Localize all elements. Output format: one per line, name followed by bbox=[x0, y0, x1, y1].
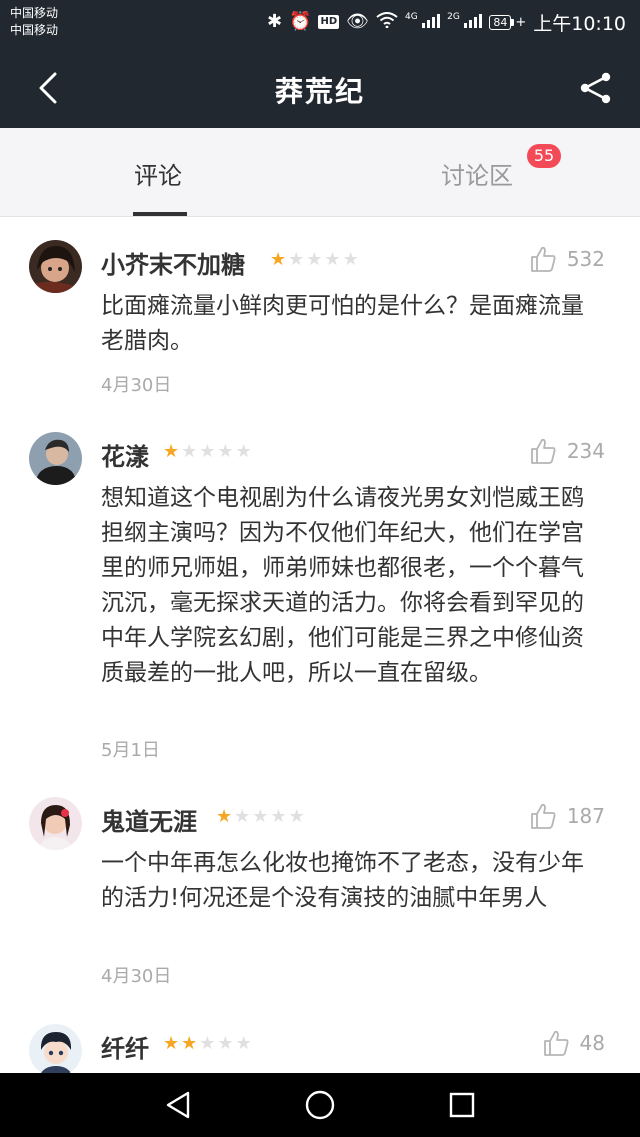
avatar[interactable] bbox=[29, 797, 82, 850]
star-icon: ★ bbox=[163, 1033, 180, 1054]
rating-stars: ★ ★ ★ ★ ★ bbox=[163, 442, 252, 462]
circle-home-icon bbox=[305, 1090, 335, 1120]
star-icon: ★ bbox=[199, 1033, 216, 1054]
share-icon bbox=[580, 72, 611, 104]
rating-stars: ★ ★ ★ ★ ★ bbox=[216, 807, 305, 827]
wifi-icon bbox=[376, 11, 398, 33]
triangle-back-icon bbox=[166, 1091, 190, 1119]
avatar[interactable] bbox=[29, 240, 82, 293]
like-count: 187 bbox=[566, 804, 605, 828]
comment-text: 一个中年再怎么化妆也掩饰不了老态，没有少年的活力!何况还是个没有演技的油腻中年男… bbox=[101, 850, 584, 911]
rating-stars: ★ ★ ★ ★ ★ bbox=[163, 1034, 252, 1054]
avatar[interactable] bbox=[29, 432, 82, 485]
status-icons: ✱ ⏰ HD 👁 4G 2G 84 + 上午10:10 bbox=[267, 8, 626, 36]
star-icon: ★ bbox=[342, 249, 359, 270]
comment-item: 纤纤 ★ ★ ★ ★ ★ 48 bbox=[0, 1001, 640, 1073]
star-icon: ★ bbox=[270, 806, 287, 827]
tab-discussion[interactable]: 讨论区 bbox=[441, 156, 513, 191]
nav-back-button[interactable] bbox=[160, 1087, 196, 1123]
thumbs-up-icon bbox=[543, 1030, 569, 1056]
title-bar: 莽荒纪 bbox=[0, 48, 640, 128]
comment-text: 想知道这个电视剧为什么请夜光男女刘恺威王鸥担纲主演吗？因为不仅他们年纪大，他们在… bbox=[101, 485, 584, 686]
like-button[interactable]: 532 bbox=[529, 245, 605, 273]
net-type-1: 4G bbox=[405, 12, 418, 22]
like-count: 234 bbox=[566, 439, 605, 463]
comment-date: 4月30日 bbox=[101, 966, 172, 987]
comment-item: 小芥末不加糖 ★ ★ ★ ★ ★ 532 比面瘫流量小鲜肉更可怕的是什么？是面瘫… bbox=[0, 217, 640, 407]
page-title: 莽荒纪 bbox=[274, 75, 365, 108]
comment-item: 鬼道无涯 ★ ★ ★ ★ ★ 187 一个中年再怎么化妆也掩饰不了老态，没有少年… bbox=[0, 774, 640, 1000]
comment-text: 比面瘫流量小鲜肉更可怕的是什么？是面瘫流量老腊肉。 bbox=[101, 293, 584, 354]
carrier-2: 中国移动 bbox=[10, 23, 59, 37]
star-icon: ★ bbox=[288, 249, 305, 270]
hd-icon: HD bbox=[318, 15, 340, 29]
comment-list[interactable]: 小芥末不加糖 ★ ★ ★ ★ ★ 532 比面瘫流量小鲜肉更可怕的是什么？是面瘫… bbox=[0, 217, 640, 1073]
star-icon: ★ bbox=[324, 249, 341, 270]
tab-comments[interactable]: 评论 bbox=[134, 156, 182, 191]
star-icon: ★ bbox=[306, 249, 323, 270]
user-name[interactable]: 纤纤 bbox=[101, 1029, 149, 1064]
alarm-icon: ⏰ bbox=[289, 11, 312, 32]
battery-icon: 84 + bbox=[489, 14, 526, 30]
like-button[interactable]: 48 bbox=[542, 1029, 605, 1057]
battery-level: 84 bbox=[489, 14, 512, 30]
tab-bar: 评论 讨论区 bbox=[0, 128, 640, 217]
discussion-count-badge: 55 bbox=[527, 144, 561, 168]
clock: 上午10:10 bbox=[533, 12, 626, 35]
star-icon: ★ bbox=[199, 441, 216, 462]
star-icon: ★ bbox=[288, 806, 305, 827]
carrier-info: 中国移动 中国移动 bbox=[10, 5, 58, 39]
star-icon: ★ bbox=[181, 1033, 198, 1054]
bluetooth-icon: ✱ bbox=[266, 11, 283, 32]
star-icon: ★ bbox=[163, 441, 180, 462]
user-name[interactable]: 小芥末不加糖 bbox=[101, 245, 245, 280]
user-name[interactable]: 花漾 bbox=[101, 437, 149, 472]
avatar[interactable] bbox=[29, 1024, 82, 1073]
active-tab-indicator bbox=[133, 212, 187, 216]
signal-2-icon: 2G bbox=[447, 12, 483, 32]
like-button[interactable]: 187 bbox=[529, 802, 605, 830]
star-icon: ★ bbox=[217, 441, 234, 462]
net-type-2: 2G bbox=[447, 12, 460, 22]
thumbs-up-icon bbox=[530, 438, 556, 464]
rating-stars: ★ ★ ★ ★ ★ bbox=[270, 250, 359, 270]
nav-recents-button[interactable] bbox=[444, 1087, 480, 1123]
status-bar: 中国移动 中国移动 ✱ ⏰ HD 👁 4G 2G 84 + 上午10:10 bbox=[0, 0, 640, 48]
eye-icon: 👁 bbox=[346, 11, 370, 32]
thumbs-up-icon bbox=[530, 246, 556, 272]
star-icon: ★ bbox=[235, 441, 252, 462]
star-icon: ★ bbox=[235, 1033, 252, 1054]
like-button[interactable]: 234 bbox=[529, 437, 605, 465]
comment-date: 5月1日 bbox=[101, 740, 160, 761]
carrier-1: 中国移动 bbox=[10, 6, 59, 20]
signal-1-icon: 4G bbox=[405, 12, 441, 32]
star-icon: ★ bbox=[234, 806, 251, 827]
star-icon: ★ bbox=[270, 249, 287, 270]
square-recents-icon bbox=[449, 1092, 475, 1118]
nav-home-button[interactable] bbox=[302, 1087, 338, 1123]
system-nav-bar bbox=[0, 1073, 640, 1137]
comment-item: 花漾 ★ ★ ★ ★ ★ 234 想知道这个电视剧为什么请夜光男女刘恺威王鸥担纲… bbox=[0, 409, 640, 773]
user-name[interactable]: 鬼道无涯 bbox=[101, 802, 197, 837]
star-icon: ★ bbox=[252, 806, 269, 827]
star-icon: ★ bbox=[181, 441, 198, 462]
star-icon: ★ bbox=[216, 806, 233, 827]
share-button[interactable] bbox=[574, 66, 618, 110]
like-count: 532 bbox=[566, 247, 605, 271]
comment-date: 4月30日 bbox=[101, 375, 172, 396]
like-count: 48 bbox=[579, 1031, 605, 1055]
thumbs-up-icon bbox=[530, 803, 556, 829]
star-icon: ★ bbox=[217, 1033, 234, 1054]
